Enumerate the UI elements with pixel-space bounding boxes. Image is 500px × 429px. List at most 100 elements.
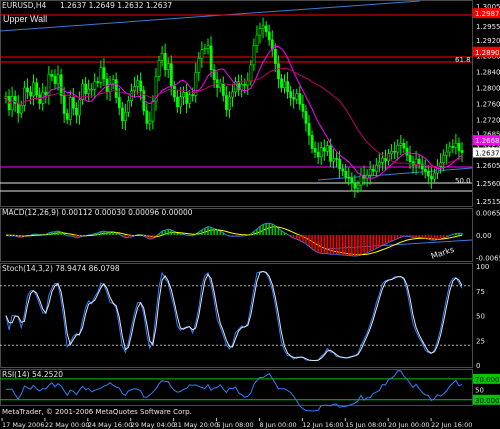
candle-body-40 xyxy=(127,100,130,113)
upper-wall-label: Upper Wall xyxy=(3,14,47,24)
candle-body-115 xyxy=(356,184,360,189)
candle-body-130 xyxy=(402,143,406,149)
stoch-k-line xyxy=(5,270,463,362)
price-tag-1: 1.2890 xyxy=(475,49,500,57)
candle-body-73 xyxy=(228,96,231,110)
candle-body-109 xyxy=(338,158,342,170)
channel-upper-line[interactable] xyxy=(317,167,473,181)
candle-body-56 xyxy=(176,96,179,107)
moving-averages xyxy=(5,45,463,362)
candle-body-81 xyxy=(252,45,256,66)
candle-body-24 xyxy=(78,99,81,116)
price-tag-2: 1.2668 xyxy=(475,137,500,145)
candle-body-120 xyxy=(371,168,375,172)
candle-body-138 xyxy=(427,170,430,177)
candle-body-86 xyxy=(267,31,271,41)
candle-body-8 xyxy=(29,91,32,97)
candle-body-34 xyxy=(108,84,112,92)
candle-body-72 xyxy=(225,95,228,110)
candle-body-139 xyxy=(430,175,433,180)
candle-body-82 xyxy=(255,34,259,47)
candle-body-21 xyxy=(68,97,72,120)
candle-body-127 xyxy=(393,150,397,153)
candle-body-123 xyxy=(381,157,384,163)
price-tag-0: 1.2987 xyxy=(475,10,500,18)
rsi-tick-0: 70.0000 xyxy=(475,376,500,384)
candle-body-140 xyxy=(433,172,436,180)
candle-body-129 xyxy=(399,143,403,146)
candle-body-63 xyxy=(197,57,201,73)
candle-body-46 xyxy=(145,110,149,124)
candle-body-22 xyxy=(72,97,75,109)
stoch-tick-1: 75 xyxy=(476,288,485,296)
candle-body-42 xyxy=(133,86,137,92)
time-tick-10: 22 Jun 16:00 xyxy=(431,421,472,429)
candle-body-32 xyxy=(102,67,106,80)
candle-body-135 xyxy=(417,158,421,165)
candle-body-121 xyxy=(375,164,378,172)
candle-body-99 xyxy=(307,123,311,136)
rsi-axis: 70.0000 50 30.0000 xyxy=(473,373,500,405)
rsi-label: RSI(14) 54.2520 xyxy=(2,370,63,379)
candle-body-148 xyxy=(457,143,461,151)
stoch-tick-3: 25 xyxy=(476,337,485,345)
candle-body-30 xyxy=(96,81,100,83)
candle-body-88 xyxy=(274,49,277,64)
stoch-tick-4: 0 xyxy=(476,362,480,370)
marks-label: Marks xyxy=(430,245,456,261)
time-tick-6: 8 Jun 00:00 xyxy=(259,421,296,429)
stoch-axis: 100 75 50 25 0 xyxy=(476,263,489,370)
candle-body-101 xyxy=(313,148,317,153)
stoch-tick-2: 50 xyxy=(476,313,485,321)
macd-label: MACD(12,26,9) 0.00112 0.00030 0.00096 0.… xyxy=(2,208,193,217)
candle-body-54 xyxy=(169,63,173,87)
time-tick-2: 24 May 16:00 xyxy=(88,421,133,429)
candle-body-146 xyxy=(451,146,455,148)
candle-body-77 xyxy=(240,84,244,91)
macd-axis: 0.0065 0.00 -0.0065 xyxy=(476,209,500,262)
candle-body-4 xyxy=(16,103,20,114)
time-axis: 17 May 2006 22 May 00:0024 May 16:0029 Ma… xyxy=(1,418,472,429)
candle-body-149 xyxy=(460,150,464,153)
candle-body-126 xyxy=(390,150,394,154)
candle-body-67 xyxy=(209,45,213,70)
time-tick-9: 20 Jun 00:00 xyxy=(388,421,429,429)
candle-body-7 xyxy=(26,87,29,93)
candle-body-114 xyxy=(353,182,357,189)
candle-body-37 xyxy=(117,97,121,109)
candles-group xyxy=(4,17,464,198)
candle-body-48 xyxy=(151,100,155,122)
candle-body-53 xyxy=(166,63,170,70)
time-tick-5: 5 Jun 08:00 xyxy=(217,421,254,429)
candle-body-108 xyxy=(335,158,339,160)
candle-body-95 xyxy=(295,93,299,100)
candle-body-144 xyxy=(445,151,449,156)
candle-body-65 xyxy=(203,48,207,51)
candle-body-122 xyxy=(378,162,381,166)
candle-body-18 xyxy=(59,74,63,96)
candle-body-50 xyxy=(157,60,161,77)
time-tick-7: 12 Jun 16:00 xyxy=(302,421,343,429)
chart-canvas[interactable]: 1.2637 1.2649 1.2632 1.2637 EURUSD,H4 Up… xyxy=(0,0,500,429)
candle-body-105 xyxy=(326,145,329,152)
candle-body-111 xyxy=(344,170,348,178)
metatrader-chart: 1.2637 1.2649 1.2632 1.2637 EURUSD,H4 Up… xyxy=(0,0,500,429)
candle-body-61 xyxy=(191,94,195,97)
candle-body-97 xyxy=(301,103,305,112)
price-tick-1: 1.2955 xyxy=(476,23,500,31)
candle-body-5 xyxy=(20,105,23,114)
candle-body-80 xyxy=(249,64,253,82)
stoch-panel[interactable] xyxy=(0,263,473,368)
time-tick-1: 22 May 00:00 xyxy=(45,421,90,429)
candle-body-78 xyxy=(243,84,247,86)
candle-body-19 xyxy=(62,95,66,114)
candle-body-145 xyxy=(448,146,452,153)
stoch-group xyxy=(0,270,472,362)
price-axis: 1.30051.29551.29201.28801.28401.28001.27… xyxy=(476,3,500,206)
candle-body-137 xyxy=(423,168,427,172)
candle-body-71 xyxy=(221,83,225,96)
candle-body-52 xyxy=(163,53,167,70)
time-tick-8: 15 Jun 08:00 xyxy=(345,421,386,429)
candle-body-2 xyxy=(10,96,14,111)
stoch-tick-0: 100 xyxy=(476,263,489,271)
